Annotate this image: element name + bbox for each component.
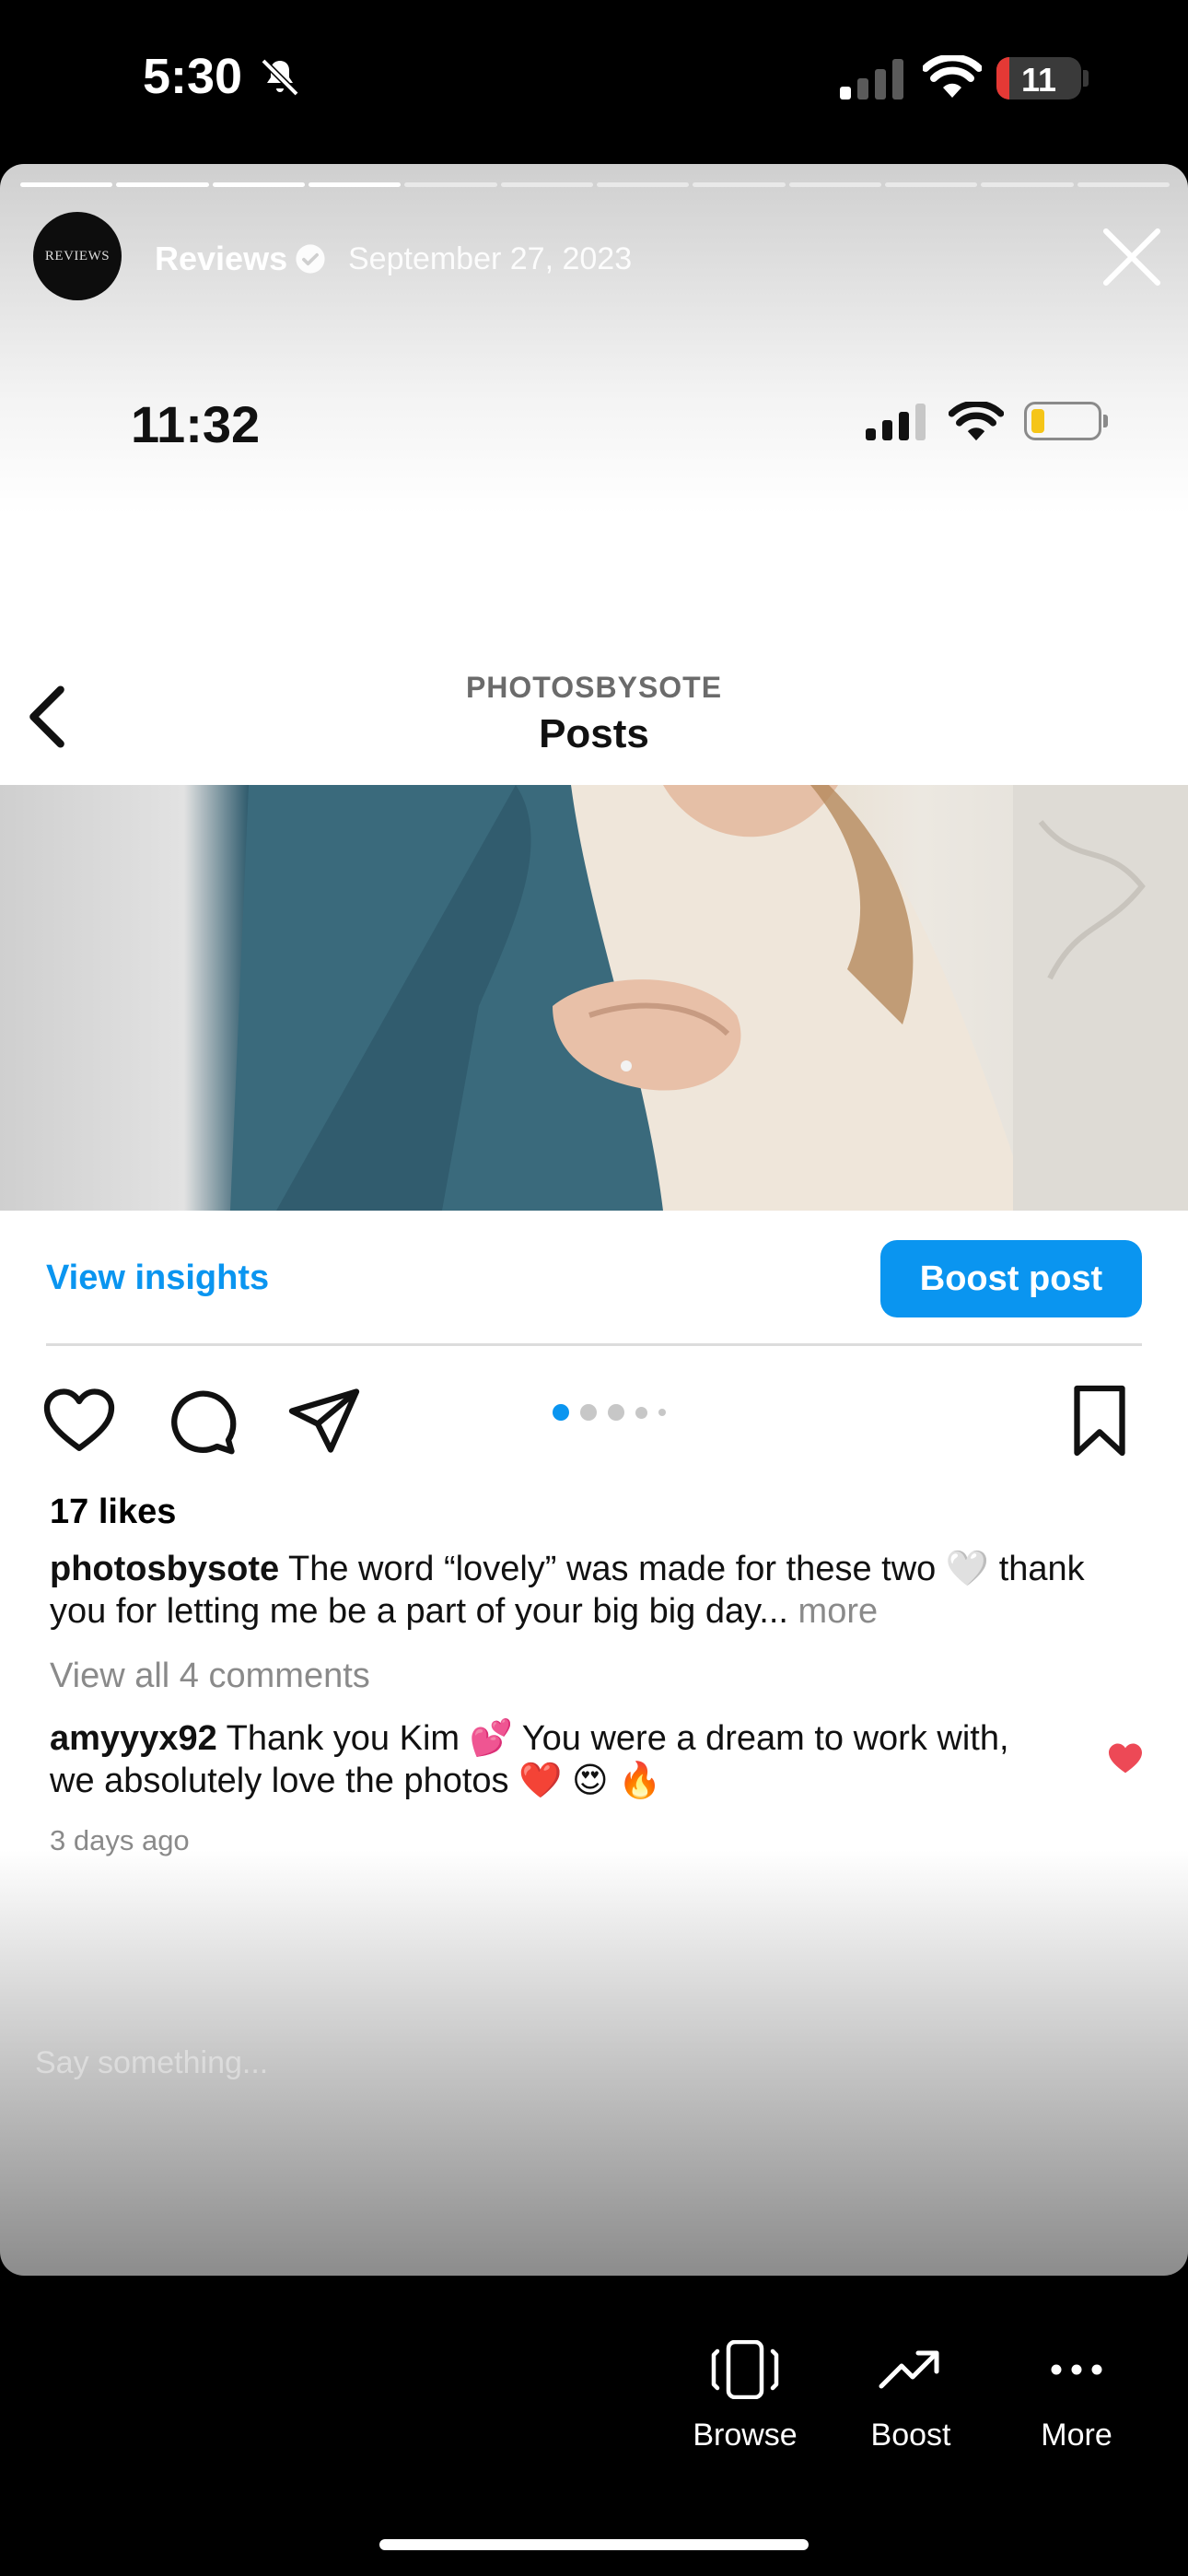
- reply-input[interactable]: Say something...: [35, 2045, 268, 2081]
- battery-tip: [1103, 415, 1108, 427]
- post-caption: photosbysote The word “lovely” was made …: [50, 1548, 1109, 1633]
- inner-status-time: 11:32: [131, 395, 261, 453]
- carousel-dot: [608, 1404, 624, 1421]
- comment-icon[interactable]: [164, 1382, 241, 1459]
- share-icon[interactable]: [285, 1382, 363, 1459]
- home-indicator[interactable]: [379, 2539, 809, 2550]
- story-card[interactable]: REVIEWS Reviews September 27, 2023 11:32…: [0, 164, 1188, 2276]
- boost-icon: [879, 2350, 939, 2389]
- bell-slash-icon: [261, 58, 299, 97]
- post-photo-illustration: [230, 785, 1188, 1211]
- divider: [46, 1343, 1142, 1346]
- more-button[interactable]: More: [998, 2340, 1155, 2453]
- carousel-dots: [553, 1404, 666, 1421]
- caption-more-link[interactable]: more: [798, 1592, 879, 1631]
- comment-username[interactable]: amyyyx92: [50, 1719, 217, 1758]
- liked-heart-icon[interactable]: [1107, 1741, 1144, 1774]
- boost-post-button[interactable]: Boost post: [880, 1240, 1142, 1317]
- battery-tip: [1083, 70, 1089, 87]
- post-photo[interactable]: [0, 785, 1188, 1211]
- signal-icon: [840, 59, 903, 100]
- carousel-dot: [553, 1404, 569, 1421]
- battery-icon: [1024, 402, 1101, 440]
- view-comments-link[interactable]: View all 4 comments: [50, 1657, 370, 1696]
- battery-icon: 11: [996, 57, 1081, 100]
- page-title: Posts: [539, 711, 649, 756]
- wifi-icon: [923, 55, 982, 98]
- profile-name: PHOTOSBYSOTE: [465, 671, 723, 704]
- bookmark-icon[interactable]: [1061, 1382, 1138, 1459]
- carousel-dot: [580, 1404, 597, 1421]
- status-time: 5:30: [143, 49, 243, 104]
- likes-count[interactable]: 17 likes: [50, 1493, 176, 1532]
- caption-username[interactable]: photosbysote: [50, 1550, 279, 1588]
- more-icon: [1051, 2364, 1102, 2375]
- heart-icon[interactable]: [41, 1382, 118, 1459]
- browse-label: Browse: [693, 2418, 798, 2453]
- browse-icon: [711, 2340, 779, 2399]
- battery-level: 11: [1020, 61, 1057, 99]
- wifi-icon: [949, 402, 1004, 441]
- browse-button[interactable]: Browse: [667, 2340, 823, 2453]
- signal-icon: [866, 404, 926, 440]
- carousel-dot: [658, 1409, 666, 1416]
- comment-timestamp: 3 days ago: [50, 1824, 190, 1856]
- more-label: More: [1041, 2418, 1112, 2453]
- comment: amyyyx92 Thank you Kim 💕 You were a drea…: [50, 1717, 1063, 1802]
- view-insights-link[interactable]: View insights: [46, 1259, 269, 1298]
- boost-label: Boost: [870, 2418, 951, 2453]
- carousel-dot: [635, 1406, 647, 1419]
- boost-button[interactable]: Boost: [833, 2340, 989, 2453]
